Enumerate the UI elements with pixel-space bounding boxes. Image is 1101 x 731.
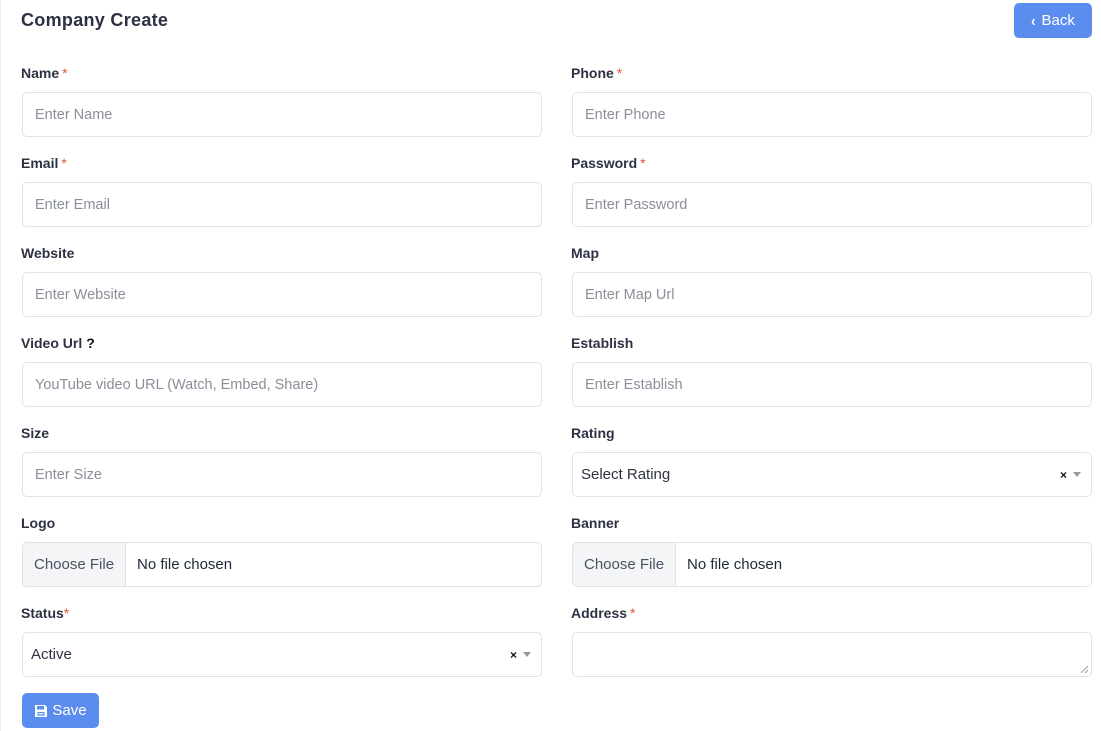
- name-field-group: Name *: [21, 63, 542, 137]
- website-label: Website: [21, 245, 75, 261]
- required-marker: *: [61, 155, 67, 171]
- rating-selected-value: Select Rating: [581, 466, 671, 483]
- address-textarea[interactable]: [572, 632, 1092, 677]
- logo-file-input[interactable]: Choose File No file chosen: [22, 542, 542, 587]
- name-input[interactable]: [22, 92, 542, 137]
- logo-field-group: Logo Choose File No file chosen: [21, 513, 542, 587]
- required-marker: *: [640, 155, 646, 171]
- phone-field-group: Phone *: [571, 63, 1092, 137]
- banner-label: Banner: [571, 515, 620, 531]
- banner-field-group: Banner Choose File No file chosen: [571, 513, 1092, 587]
- email-input[interactable]: [22, 182, 542, 227]
- help-icon[interactable]: ?: [86, 335, 95, 351]
- back-button-label: Back: [1041, 12, 1075, 29]
- map-url-input[interactable]: [572, 272, 1092, 317]
- map-label: Map: [571, 245, 599, 261]
- status-selected-value: Active: [31, 646, 72, 663]
- status-select[interactable]: Active ×: [22, 632, 542, 677]
- rating-select[interactable]: Select Rating ×: [572, 452, 1092, 497]
- name-label: Name *: [21, 65, 68, 81]
- logo-choose-file-button[interactable]: Choose File: [23, 543, 127, 586]
- floppy-disk-icon: [35, 704, 48, 717]
- website-input[interactable]: [22, 272, 542, 317]
- password-label: Password *: [571, 155, 646, 171]
- banner-choose-file-button[interactable]: Choose File: [573, 543, 677, 586]
- establish-field-group: Establish: [571, 333, 1092, 407]
- password-field-group: Password *: [571, 153, 1092, 227]
- save-button-label: Save: [52, 702, 87, 719]
- logo-label: Logo: [21, 515, 56, 531]
- resize-handle-icon[interactable]: [1080, 665, 1088, 673]
- caret-down-icon: [1073, 472, 1081, 477]
- page-title: Company Create: [21, 10, 169, 30]
- size-label: Size: [21, 425, 50, 441]
- address-field-group: Address *: [571, 603, 1092, 677]
- phone-input[interactable]: [572, 92, 1092, 137]
- size-field-group: Size: [21, 423, 542, 497]
- required-marker: *: [63, 605, 70, 621]
- phone-label: Phone *: [571, 65, 623, 81]
- banner-file-input[interactable]: Choose File No file chosen: [572, 542, 1092, 587]
- map-field-group: Map: [571, 243, 1092, 317]
- logo-file-status: No file chosen: [137, 556, 233, 573]
- email-label: Email *: [21, 155, 67, 171]
- required-marker: *: [616, 65, 623, 81]
- caret-down-icon: [523, 652, 531, 657]
- establish-input[interactable]: [572, 362, 1092, 407]
- banner-file-status: No file chosen: [687, 556, 783, 573]
- video-url-field-group: Video Url?: [21, 333, 542, 407]
- clear-icon[interactable]: ×: [510, 648, 517, 662]
- website-field-group: Website: [21, 243, 542, 317]
- password-input[interactable]: [572, 182, 1092, 227]
- save-button[interactable]: Save: [22, 693, 99, 728]
- size-input[interactable]: [22, 452, 542, 497]
- required-marker: *: [62, 65, 68, 81]
- required-marker: *: [630, 605, 636, 621]
- chevron-left-icon: ‹: [1031, 11, 1036, 30]
- back-button[interactable]: ‹ Back: [1014, 3, 1092, 38]
- company-create-page: Company Create ‹ Back Name* Phone* Email…: [0, 0, 1101, 731]
- establish-label: Establish: [571, 335, 634, 351]
- video-url-input[interactable]: [22, 362, 542, 407]
- rating-label: Rating: [571, 425, 615, 441]
- video-url-label: Video Url?: [21, 335, 95, 351]
- rating-field-group: Rating Select Rating ×: [571, 423, 1092, 497]
- status-label: Status*: [21, 605, 70, 621]
- status-field-group: Status* Active ×: [21, 603, 542, 677]
- email-field-group: Email *: [21, 153, 542, 227]
- clear-icon[interactable]: ×: [1060, 468, 1067, 482]
- address-label: Address *: [571, 605, 636, 621]
